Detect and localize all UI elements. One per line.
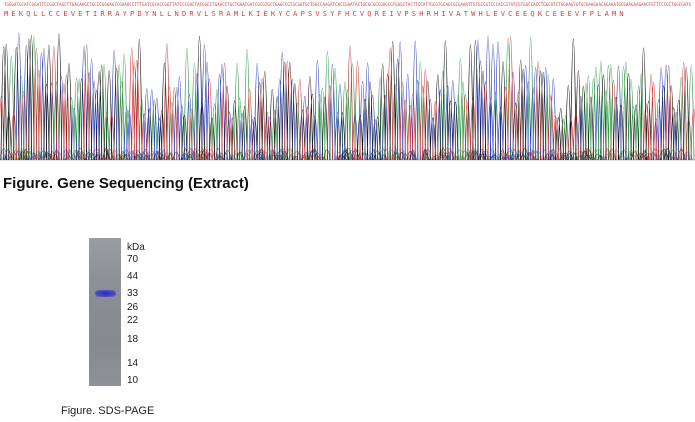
marker-14: 14 xyxy=(127,358,139,369)
marker-70: 70 xyxy=(127,254,139,265)
marker-10: 10 xyxy=(127,375,139,386)
marker-44: 44 xyxy=(127,271,139,282)
nucleotide-sequence: TGGGATGCATCGGATTCCGGCTAGCTTGACAAGCTGCCCG… xyxy=(4,2,691,7)
chromatogram-trace xyxy=(0,32,695,161)
marker-33: 33 xyxy=(127,288,139,299)
sequencing-panel: TGGGATGCATCGGATTCCGGCTAGCTTGACAAGCTGCCCG… xyxy=(0,0,695,170)
marker-18: 18 xyxy=(127,334,139,345)
protein-band xyxy=(95,290,116,297)
gene-sequencing-caption: Figure. Gene Sequencing (Extract) xyxy=(3,175,249,192)
marker-22: 22 xyxy=(127,315,139,326)
kda-unit-label: kDa xyxy=(127,242,145,253)
marker-26: 26 xyxy=(127,302,139,313)
sds-page-gel-lane xyxy=(89,238,121,386)
sds-page-caption: Figure. SDS-PAGE xyxy=(61,405,155,417)
